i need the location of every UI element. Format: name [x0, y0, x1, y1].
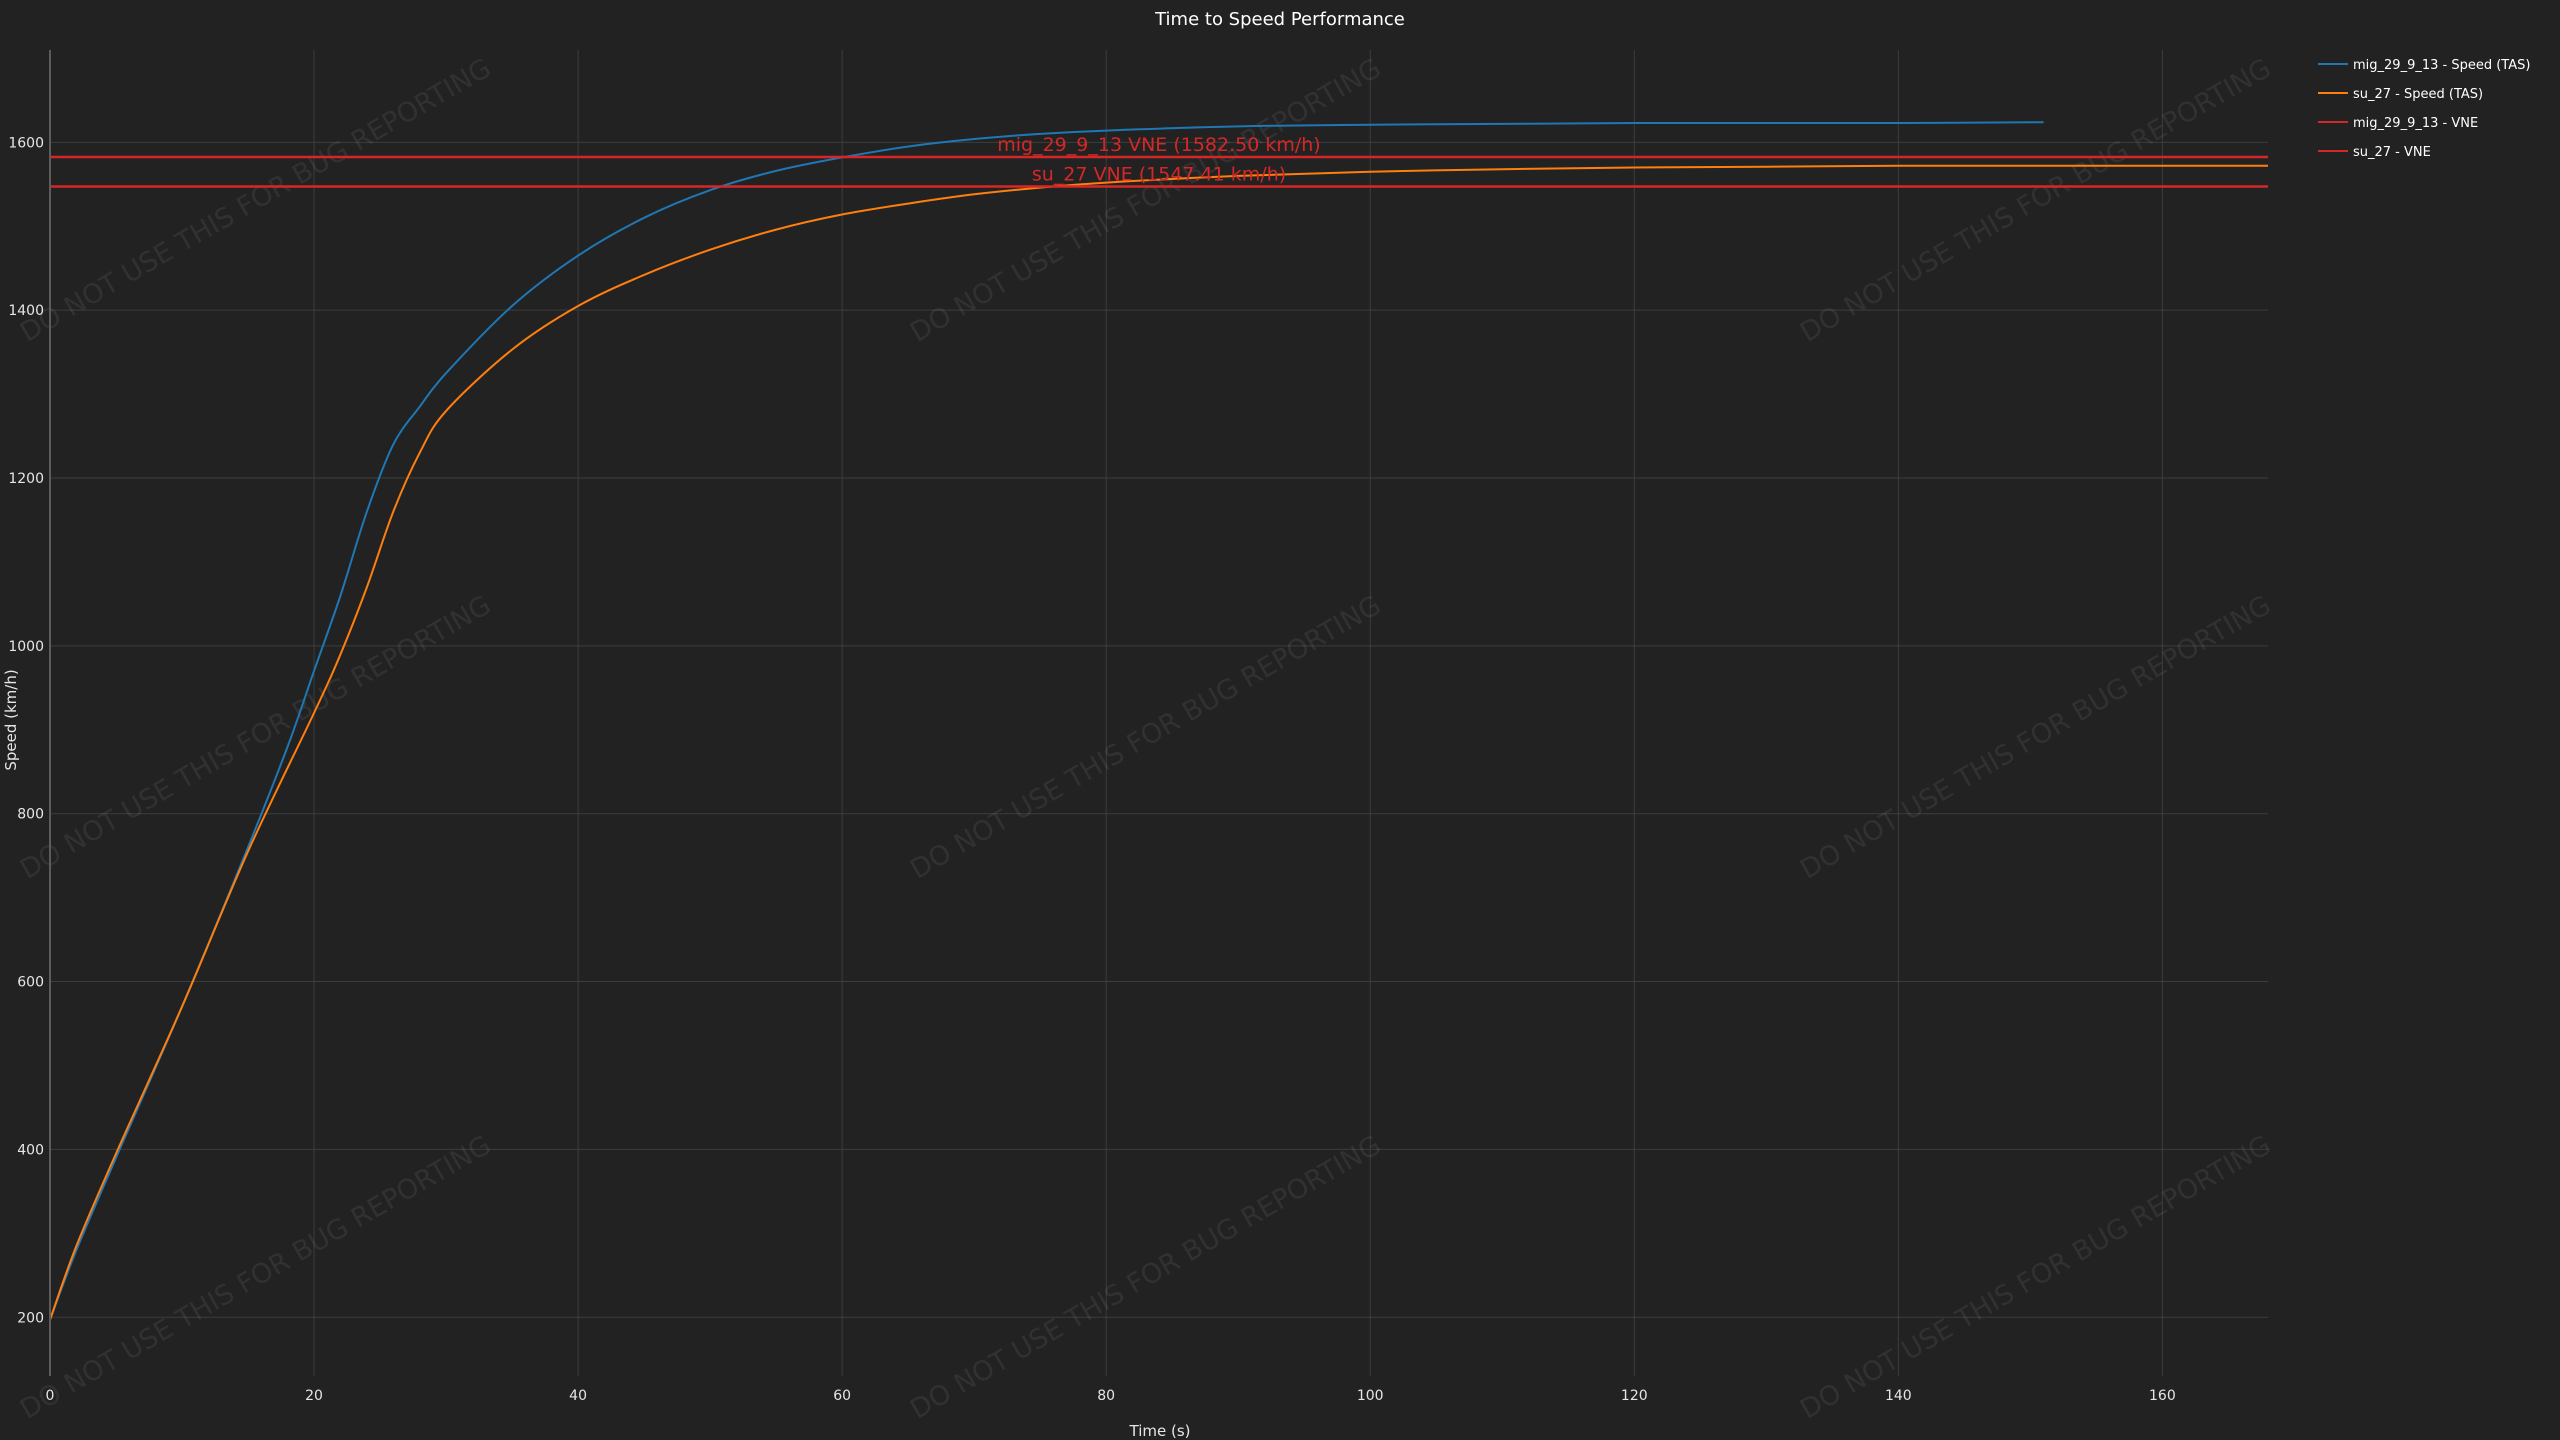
x-tick-label: 100	[1357, 1388, 1384, 1404]
watermark-text: DO NOT USE THIS FOR BUG REPORTING	[905, 590, 1386, 886]
x-tick-label: 160	[2149, 1388, 2176, 1404]
legend-label: su_27 - VNE	[2353, 145, 2431, 160]
watermark-text: DO NOT USE THIS FOR BUG REPORTING	[1795, 1130, 2276, 1426]
x-tick-label: 140	[1885, 1388, 1912, 1404]
watermark-text: DO NOT USE THIS FOR BUG REPORTING	[1795, 590, 2276, 886]
y-tick-label: 1000	[8, 639, 44, 655]
watermark-text: DO NOT USE THIS FOR BUG REPORTING	[905, 1130, 1386, 1426]
y-axis-title: Speed (km/h)	[2, 669, 20, 770]
legend-item[interactable]: su_27 - VNE	[2318, 145, 2431, 160]
vne-annotation-label: su_27 VNE (1547.41 km/h)	[1032, 163, 1286, 185]
x-tick-label: 80	[1097, 1388, 1115, 1404]
watermark-text: DO NOT USE THIS FOR BUG REPORTING	[15, 1130, 496, 1426]
y-tick-label: 600	[17, 975, 44, 991]
legend-item[interactable]: su_27 - Speed (TAS)	[2318, 87, 2483, 102]
vne-annotations: mig_29_9_13 VNE (1582.50 km/h) su_27 VNE …	[997, 134, 1320, 185]
legend-item[interactable]: mig_29_9_13 - Speed (TAS)	[2318, 58, 2530, 73]
watermark-text: DO NOT USE THIS FOR BUG REPORTING	[15, 590, 496, 886]
legend-label: su_27 - Speed (TAS)	[2353, 87, 2483, 102]
x-tick-label: 40	[569, 1388, 587, 1404]
x-tick-label: 120	[1621, 1388, 1648, 1404]
chart-container: DO NOT USE THIS FOR BUG REPORTING DO NOT …	[0, 0, 2560, 1440]
legend[interactable]: mig_29_9_13 - Speed (TAS) su_27 - Speed (…	[2318, 58, 2530, 160]
x-axis-title: Time (s)	[1129, 1422, 1191, 1440]
y-tick-label: 1200	[8, 471, 44, 487]
y-tick-label: 400	[17, 1142, 44, 1158]
watermark-text: DO NOT USE THIS FOR BUG REPORTING	[15, 53, 496, 349]
y-tick-label: 1600	[8, 135, 44, 151]
y-tick-label: 1400	[8, 303, 44, 319]
watermark-text: DO NOT USE THIS FOR BUG REPORTING	[1795, 53, 2276, 349]
x-tick-label: 60	[833, 1388, 851, 1404]
legend-item[interactable]: mig_29_9_13 - VNE	[2318, 116, 2478, 131]
vne-annotation-label: mig_29_9_13 VNE (1582.50 km/h)	[997, 134, 1320, 156]
y-tick-label: 200	[17, 1310, 44, 1326]
axes: 0 20 40 60 80 100 120 140 160 200 400 600 800 1000 120…	[8, 50, 2176, 1404]
x-tick-label: 0	[46, 1388, 55, 1404]
watermarks: DO NOT USE THIS FOR BUG REPORTING DO NOT …	[15, 53, 2276, 1426]
y-tick-label: 800	[17, 807, 44, 823]
legend-label: mig_29_9_13 - Speed (TAS)	[2353, 58, 2530, 73]
series-line-0	[49, 121, 2044, 1321]
legend-label: mig_29_9_13 - VNE	[2353, 116, 2478, 131]
watermark-text: DO NOT USE THIS FOR BUG REPORTING	[905, 53, 1386, 349]
x-tick-label: 20	[305, 1388, 323, 1404]
speed-chart: DO NOT USE THIS FOR BUG REPORTING DO NOT …	[2, 9, 2530, 1440]
chart-title: Time to Speed Performance	[1154, 9, 1405, 30]
